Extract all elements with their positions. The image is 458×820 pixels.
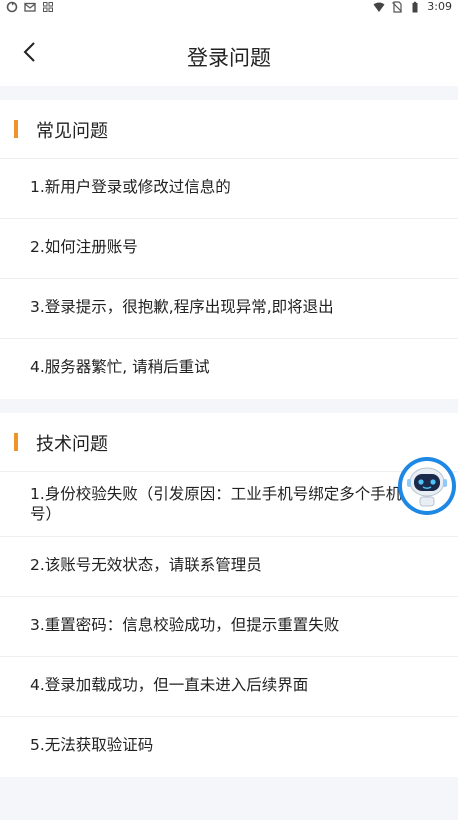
status-bar: 3:09 [0,0,458,14]
header: 登录问题 [0,14,458,86]
robot-assistant-button[interactable] [396,455,458,517]
no-sim-icon [392,0,403,13]
faq-item-server-busy[interactable]: 4.服务器繁忙, 请稍后重试 [0,339,458,399]
tech-item-account-invalid[interactable]: 2.该账号无效状态，请联系管理员 [0,537,458,597]
section-common-problems: 常见问题 1.新用户登录或修改过信息的 2.如何注册账号 3.登录提示，很抱歉,… [0,100,458,399]
mail-icon [24,2,36,12]
section-technical-problems: 技术问题 1.身份校验失败（引发原因：工业手机号绑定多个手机号） 2.该账号无效… [0,413,458,777]
status-right-icons: 3:09 [373,0,452,13]
faq-item-how-to-register[interactable]: 2.如何注册账号 [0,219,458,279]
status-left-icons [6,1,54,13]
grid-icon [43,2,53,12]
status-time: 3:09 [427,0,452,13]
section-header: 技术问题 [0,413,458,472]
section-accent-bar [14,120,18,138]
tech-item-identity-verify-failed[interactable]: 1.身份校验失败（引发原因：工业手机号绑定多个手机号） [0,472,458,537]
wifi-icon [373,2,385,12]
battery-icon [412,1,418,12]
sync-icon [6,1,18,13]
section-title: 常见问题 [36,121,108,142]
tech-item-reset-password-failed[interactable]: 3.重置密码：信息校验成功，但提示重置失败 [0,597,458,657]
section-title: 技术问题 [36,434,108,455]
faq-item-new-user-login[interactable]: 1.新用户登录或修改过信息的 [0,159,458,219]
faq-item-login-exception[interactable]: 3.登录提示，很抱歉,程序出现异常,即将退出 [0,279,458,339]
section-header: 常见问题 [0,100,458,159]
tech-item-load-no-enter[interactable]: 4.登录加载成功，但一直未进入后续界面 [0,657,458,717]
section-accent-bar [14,433,18,451]
page-title: 登录问题 [187,46,271,70]
robot-assistant-icon [398,457,456,515]
tech-item-no-verify-code[interactable]: 5.无法获取验证码 [0,717,458,777]
